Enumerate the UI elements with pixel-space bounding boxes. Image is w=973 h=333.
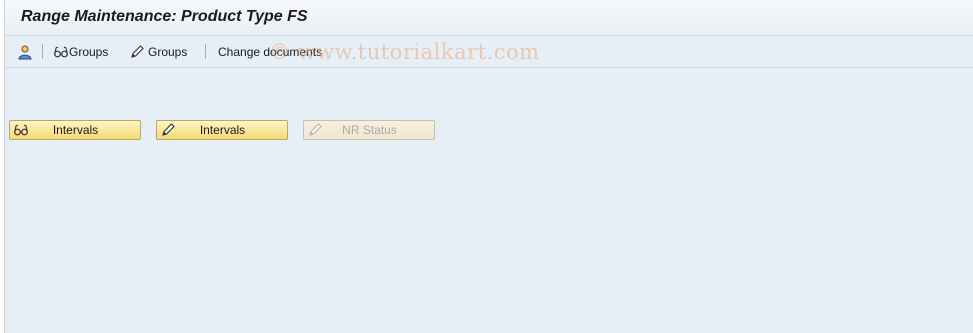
pencil-icon <box>129 44 145 60</box>
toolbar-separator <box>205 44 206 59</box>
user-icon <box>17 44 33 60</box>
display-groups-label: Groups <box>69 45 109 59</box>
app-window: Range Maintenance: Product Type FS Group… <box>4 0 973 333</box>
change-intervals-label: Intervals <box>199 123 246 137</box>
change-groups-button[interactable]: Groups <box>129 43 187 61</box>
change-groups-label: Groups <box>148 45 188 59</box>
page-title: Range Maintenance: Product Type FS <box>21 8 308 25</box>
change-intervals-button[interactable]: Intervals <box>156 120 288 140</box>
user-settings-button[interactable] <box>17 43 33 61</box>
display-intervals-button[interactable]: Intervals <box>9 120 141 140</box>
display-intervals-label: Intervals <box>52 123 99 137</box>
display-groups-button[interactable]: Groups <box>53 43 108 61</box>
pencil-icon <box>160 122 176 138</box>
glasses-icon <box>13 122 29 138</box>
nr-status-label: NR Status <box>342 123 397 137</box>
toolbar-separator <box>42 44 43 59</box>
nr-status-button[interactable]: NR Status <box>303 120 435 140</box>
glasses-icon <box>53 44 69 60</box>
pencil-icon <box>307 122 323 138</box>
title-bar: Range Maintenance: Product Type FS <box>5 0 973 36</box>
main-content: Intervals Intervals NR Status <box>5 68 973 333</box>
watermark-text: © www.tutorialkart.com <box>269 40 540 64</box>
